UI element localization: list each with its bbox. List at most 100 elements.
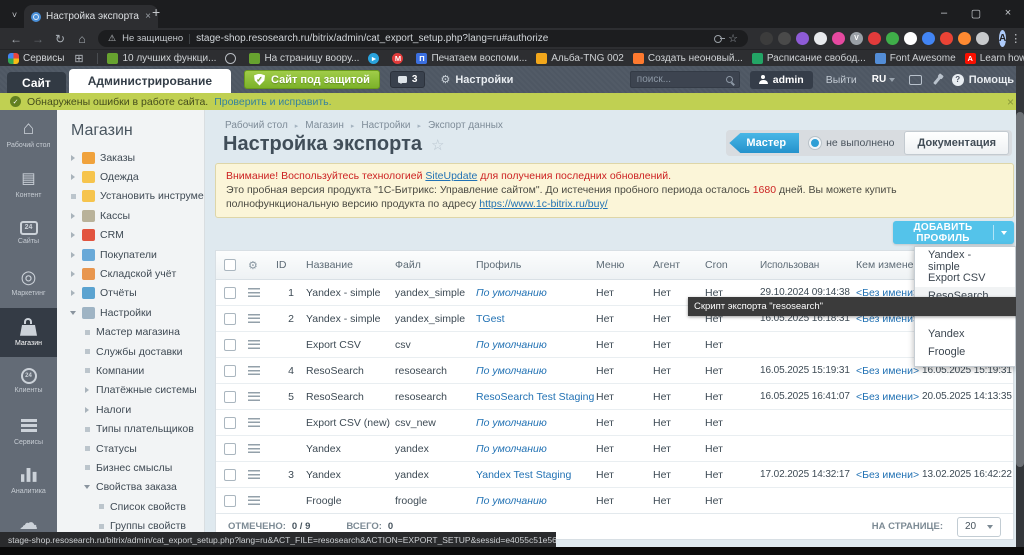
window-close-button[interactable]: ×: [992, 0, 1024, 26]
row-checkbox[interactable]: [224, 495, 236, 507]
table-row[interactable]: 4 ResoSearch resosearch По умолчанию Нет…: [216, 358, 1013, 384]
column-header[interactable]: Cron: [705, 259, 760, 271]
close-icon[interactable]: ×: [1007, 95, 1014, 109]
menu-item[interactable]: Покупатели: [57, 245, 204, 264]
cell-profile-link[interactable]: По умолчанию: [476, 417, 547, 429]
menu-item[interactable]: Мастер магазина: [57, 323, 204, 342]
column-header[interactable]: Использован: [760, 260, 856, 271]
menu-item[interactable]: Статусы: [57, 439, 204, 458]
row-menu-icon[interactable]: [248, 444, 260, 453]
tab-site[interactable]: Сайт: [7, 72, 66, 93]
row-menu-icon[interactable]: [248, 392, 260, 401]
menu-item[interactable]: Одежда: [57, 167, 204, 186]
bookmark-item[interactable]: [225, 53, 240, 64]
sidebar-item[interactable]: Контент: [0, 159, 57, 208]
window-minimize-button[interactable]: –: [928, 0, 960, 26]
bookmark-item[interactable]: Font Awesome: [875, 53, 956, 64]
desktop-icon[interactable]: [909, 75, 922, 85]
sidebar-item[interactable]: Сервисы: [0, 406, 57, 455]
row-menu-icon[interactable]: [248, 470, 260, 479]
column-header[interactable]: ID: [268, 259, 306, 271]
bookmark-item[interactable]: ▸: [368, 53, 383, 64]
column-header[interactable]: Профиль: [476, 259, 596, 271]
cell-profile-link[interactable]: TGest: [476, 313, 505, 325]
menu-item[interactable]: Платёжные системы: [57, 381, 204, 400]
row-checkbox[interactable]: [224, 287, 236, 299]
menu-item[interactable]: Складской учёт: [57, 264, 204, 283]
column-header[interactable]: Файл: [395, 259, 476, 271]
scrollbar-thumb[interactable]: [1016, 112, 1024, 467]
bookmark-item[interactable]: ⊞: [73, 53, 98, 64]
menu-item[interactable]: CRM: [57, 226, 204, 245]
table-row[interactable]: Froogle froogle По умолчанию Нет Нет Нет: [216, 488, 1013, 513]
add-profile-dropdown-toggle[interactable]: [993, 225, 1014, 240]
gear-icon[interactable]: ⚙: [248, 259, 258, 272]
url-text[interactable]: stage-shop.resosearch.ru/bitrix/admin/ca…: [196, 33, 708, 44]
row-menu-icon[interactable]: [248, 496, 260, 505]
dropdown-item[interactable]: Froogle: [915, 343, 1015, 361]
menu-item[interactable]: Компании: [57, 361, 204, 380]
column-header[interactable]: Название: [306, 259, 395, 271]
documentation-button[interactable]: Документация: [904, 131, 1009, 155]
sidebar-item[interactable]: 24 Клиенты: [0, 357, 57, 406]
dropdown-item[interactable]: Yandex: [915, 326, 1015, 344]
browser-menu-icon[interactable]: ⋮: [1010, 32, 1021, 45]
table-row[interactable]: Yandex yandex По умолчанию Нет Нет Нет: [216, 436, 1013, 462]
address-bar[interactable]: ⚠ Не защищено stage-shop.resosearch.ru/b…: [98, 30, 748, 47]
page-scrollbar[interactable]: [1016, 66, 1024, 555]
language-selector[interactable]: RU: [872, 74, 895, 85]
bookmark-item[interactable]: Расписание свобод...: [752, 53, 866, 64]
bookmark-item[interactable]: М: [392, 53, 407, 64]
cell-profile-link[interactable]: По умолчанию: [476, 495, 547, 507]
menu-item[interactable]: Список свойств: [57, 497, 204, 516]
row-menu-icon[interactable]: [248, 366, 260, 375]
extension-icon[interactable]: [886, 32, 899, 45]
cell-profile-link[interactable]: По умолчанию: [476, 287, 547, 299]
forward-icon[interactable]: →: [28, 32, 48, 46]
cell-profile-link[interactable]: Yandex Test Staging: [476, 469, 571, 481]
row-menu-icon[interactable]: [248, 340, 260, 349]
extension-icon[interactable]: [814, 32, 827, 45]
extension-icon[interactable]: [904, 32, 917, 45]
extension-icon[interactable]: [976, 32, 989, 45]
extension-icon[interactable]: [868, 32, 881, 45]
bookmark-item[interactable]: 10 лучших функци...: [107, 53, 216, 64]
breadcrumb-item[interactable]: Настройки: [361, 120, 428, 131]
user-button[interactable]: admin: [750, 71, 813, 89]
extension-icon[interactable]: V: [850, 32, 863, 45]
menu-item[interactable]: Заказы: [57, 148, 204, 167]
breadcrumb-item[interactable]: Рабочий стол: [225, 120, 305, 131]
browser-tab[interactable]: Настройка экспорта - Соврем ×: [24, 5, 158, 28]
menu-item[interactable]: Службы доставки: [57, 342, 204, 361]
row-checkbox[interactable]: [224, 443, 236, 455]
menu-item[interactable]: Налоги: [57, 400, 204, 419]
table-row[interactable]: 3 Yandex yandex Yandex Test Staging Нет …: [216, 462, 1013, 488]
bookmark-star-icon[interactable]: ☆: [728, 32, 738, 45]
search-input[interactable]: поиск...: [630, 71, 740, 88]
favorite-star-icon[interactable]: ☆: [431, 136, 444, 154]
menu-item[interactable]: Типы плательщиков: [57, 419, 204, 438]
bookmark-item[interactable]: Создать неоновый...: [633, 53, 743, 64]
extension-icon[interactable]: [940, 32, 953, 45]
table-row[interactable]: Export CSV (new) csv_new По умолчанию Не…: [216, 410, 1013, 436]
menu-item[interactable]: Настройки: [57, 303, 204, 322]
extension-icon[interactable]: [778, 32, 791, 45]
menu-item[interactable]: Бизнес смыслы: [57, 458, 204, 477]
row-checkbox[interactable]: [224, 313, 236, 325]
select-all-checkbox[interactable]: [224, 259, 236, 271]
row-checkbox[interactable]: [224, 391, 236, 403]
new-tab-button[interactable]: +: [152, 4, 160, 20]
bookmark-item[interactable]: П Печатаем воспоми...: [416, 53, 527, 64]
extension-icon[interactable]: [958, 32, 971, 45]
security-label[interactable]: Не защищено: [122, 33, 183, 44]
pin-icon[interactable]: [933, 75, 941, 84]
sidebar-item[interactable]: Аналитика: [0, 456, 57, 505]
reload-icon[interactable]: ↻: [50, 32, 70, 46]
breadcrumb-item[interactable]: Экспорт данных: [428, 120, 517, 131]
menu-item[interactable]: Установить инструменты из Маркетплейс: [57, 187, 204, 206]
extension-icon[interactable]: [760, 32, 773, 45]
row-checkbox[interactable]: [224, 417, 236, 429]
per-page-select[interactable]: 20: [957, 517, 1001, 537]
cell-profile-link[interactable]: По умолчанию: [476, 443, 547, 455]
tab-close-icon[interactable]: ×: [145, 11, 151, 22]
